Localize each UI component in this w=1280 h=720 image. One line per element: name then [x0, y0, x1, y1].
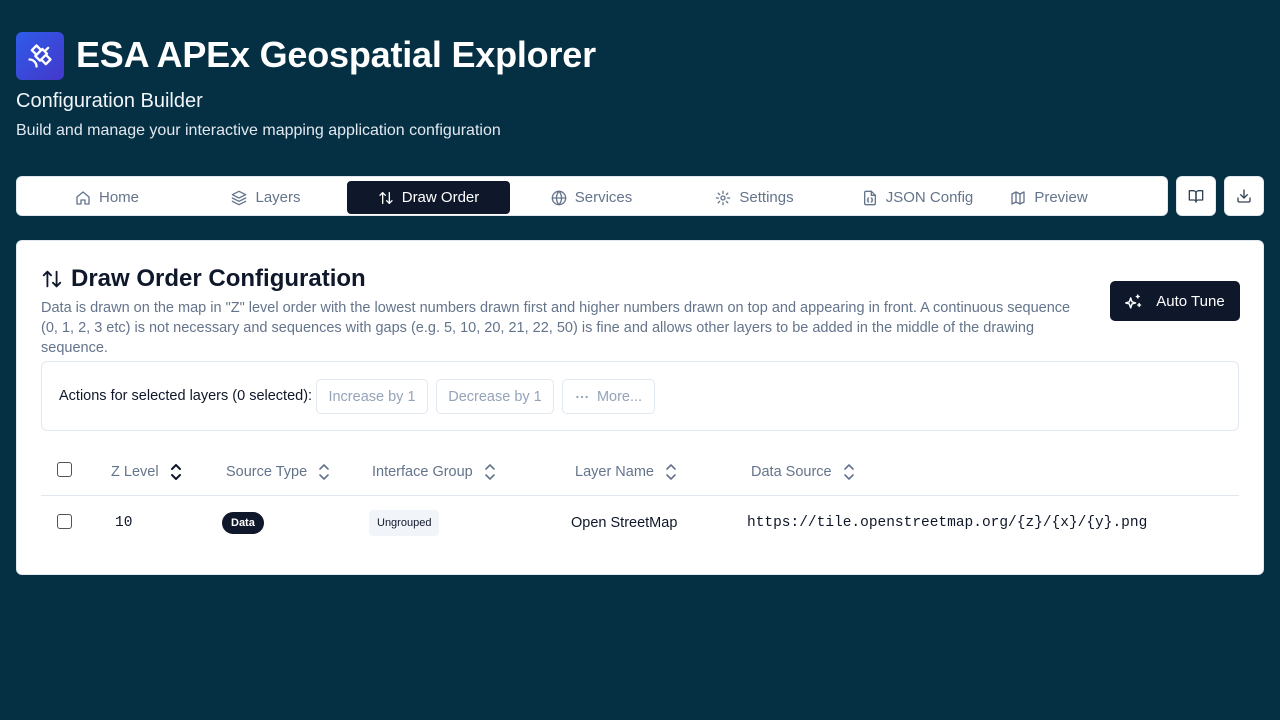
table-row[interactable]: 10 Data Ungrouped Open StreetMap https:/…: [41, 497, 1239, 549]
tab-preview[interactable]: Preview: [967, 181, 1131, 214]
z-level-header[interactable]: Z Level: [111, 449, 183, 495]
layer-name-header[interactable]: Layer Name: [575, 449, 678, 495]
card-title-text: Draw Order Configuration: [71, 265, 366, 292]
tab-label: Services: [574, 189, 633, 206]
data-source-header[interactable]: Data Source: [751, 449, 856, 495]
bulk-actions-panel: Actions for selected layers (0 selected)…: [41, 361, 1239, 431]
tab-label: Layers: [255, 189, 301, 206]
interface-group-badge: Ungrouped: [369, 510, 440, 536]
file-json-icon: [863, 190, 876, 205]
sort-icon: [843, 464, 854, 480]
select-all-checkbox[interactable]: [57, 462, 72, 477]
draw-order-card: Draw Order Configuration Data is drawn o…: [16, 240, 1264, 575]
globe-icon: [551, 190, 567, 205]
layer-name-cell: Open StreetMap: [571, 515, 678, 531]
gear-icon: [716, 190, 731, 205]
download-button[interactable]: [1224, 176, 1264, 216]
tab-label: Draw Order: [401, 189, 480, 206]
tab-label: Preview: [1034, 189, 1088, 206]
arrow-up-down-icon: [42, 270, 62, 288]
app-subtitle: Configuration Builder: [16, 90, 203, 112]
arrow-up-down-icon: [379, 191, 393, 204]
documentation-button[interactable]: [1176, 176, 1216, 216]
sort-icon: [666, 464, 676, 480]
source-type-cell: Data: [222, 497, 264, 549]
book-open-icon: [1188, 190, 1204, 203]
table-header: Z Level Source Type Interface Group Laye…: [41, 449, 1239, 496]
sort-icon: [170, 464, 181, 480]
interface-group-header-label: Interface Group: [372, 464, 473, 480]
auto-tune-label: Auto Tune: [1156, 292, 1225, 310]
z-level-cell[interactable]: 10: [115, 497, 132, 549]
card-description: Data is drawn on the map in "Z" level or…: [41, 300, 1071, 356]
tab-settings[interactable]: Settings: [673, 181, 836, 214]
card-title: Draw Order Configuration: [41, 265, 366, 293]
actions-label: Actions for selected layers (0 selected)…: [59, 388, 313, 404]
satellite-icon: [16, 32, 64, 80]
sort-icon: [319, 464, 329, 480]
tab-label: JSON Config: [885, 189, 974, 206]
source-type-header[interactable]: Source Type: [226, 449, 331, 495]
layers-icon: [232, 190, 247, 205]
map-icon: [1011, 190, 1025, 205]
tab-draw-order[interactable]: Draw Order: [347, 181, 510, 214]
auto-tune-button[interactable]: Auto Tune: [1110, 281, 1240, 321]
z-level-header-label: Z Level: [111, 464, 159, 480]
more-actions-button[interactable]: More...: [562, 379, 655, 414]
home-icon: [76, 190, 90, 205]
decrease-button[interactable]: Decrease by 1: [436, 379, 554, 414]
data-source-cell: https://tile.openstreetmap.org/{z}/{x}/{…: [747, 515, 1148, 531]
tab-layers[interactable]: Layers: [185, 181, 347, 214]
layer-name-header-label: Layer Name: [575, 464, 654, 480]
more-label: More...: [596, 388, 643, 405]
sort-icon: [484, 464, 495, 480]
row-checkbox[interactable]: [57, 514, 72, 529]
tab-label: Settings: [739, 189, 794, 206]
source-type-badge: Data: [222, 512, 264, 534]
main-tabs: Home Layers Draw Order Services Settings…: [16, 176, 1168, 216]
data-source-header-label: Data Source: [751, 464, 832, 480]
ellipsis-icon: [576, 395, 588, 398]
interface-group-cell: Ungrouped: [369, 497, 440, 549]
sparkles-icon: [1125, 293, 1142, 309]
interface-group-header[interactable]: Interface Group: [372, 449, 497, 495]
app-tagline: Build and manage your interactive mappin…: [16, 122, 501, 139]
app-title: ESA APEx Geospatial Explorer: [76, 34, 596, 75]
source-type-header-label: Source Type: [226, 464, 308, 480]
tab-home[interactable]: Home: [21, 181, 193, 214]
tab-services[interactable]: Services: [510, 181, 673, 214]
download-icon: [1237, 189, 1251, 203]
increase-button[interactable]: Increase by 1: [316, 379, 428, 414]
tab-label: Home: [98, 189, 139, 206]
